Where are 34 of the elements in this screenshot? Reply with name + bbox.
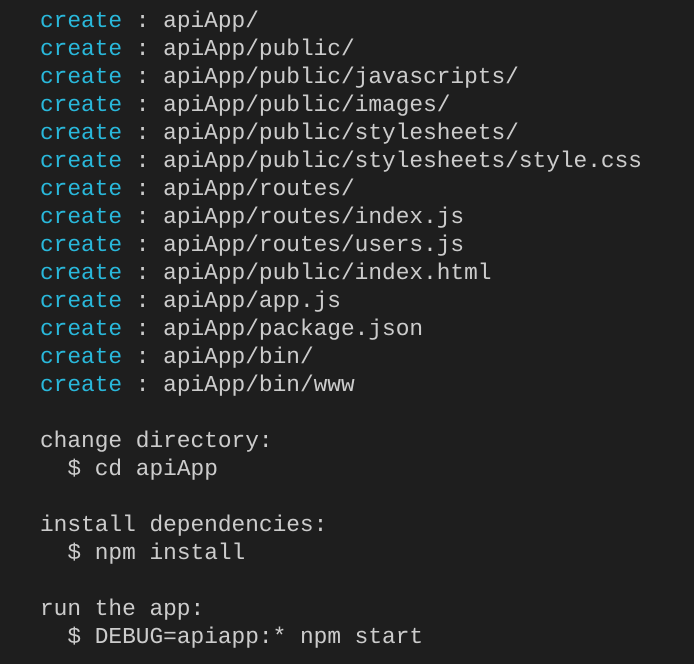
create-keyword: create <box>40 63 122 91</box>
create-keyword: create <box>40 119 122 147</box>
shell-command: $ DEBUG=apiapp:* npm start <box>67 624 424 650</box>
section-heading: run the app: <box>40 596 204 622</box>
file-path: : apiApp/ <box>136 7 259 35</box>
create-keyword: create <box>40 231 122 259</box>
file-path: : apiApp/public/stylesheets/ <box>136 119 519 147</box>
file-path: : apiApp/public/javascripts/ <box>136 63 519 91</box>
create-keyword: create <box>40 287 122 315</box>
file-path: : apiApp/public/index.html <box>136 259 492 287</box>
create-keyword: create <box>40 147 122 175</box>
file-path: : apiApp/routes/index.js <box>136 203 464 231</box>
file-path: : apiApp/public/images/ <box>136 91 450 119</box>
create-keyword: create <box>40 175 122 203</box>
create-keyword: create <box>40 203 122 231</box>
section-heading: install dependencies: <box>40 512 328 538</box>
shell-command: $ npm install <box>67 540 246 566</box>
file-path: : apiApp/bin/www <box>136 371 355 399</box>
create-keyword: create <box>40 371 122 399</box>
create-keyword: create <box>40 259 122 287</box>
file-path: : apiApp/public/stylesheets/style.css <box>136 147 642 175</box>
file-path: : apiApp/bin/ <box>136 343 314 371</box>
create-keyword: create <box>40 7 122 35</box>
file-path: : apiApp/public/ <box>136 35 355 63</box>
file-path: : apiApp/app.js <box>136 287 341 315</box>
section-heading: change directory: <box>40 428 273 454</box>
file-path: : apiApp/routes/users.js <box>136 231 464 259</box>
create-keyword: create <box>40 343 122 371</box>
file-path: : apiApp/routes/ <box>136 175 355 203</box>
file-path: : apiApp/package.json <box>136 315 424 343</box>
shell-command: $ cd apiApp <box>67 456 218 482</box>
create-keyword: create <box>40 315 122 343</box>
create-keyword: create <box>40 91 122 119</box>
create-keyword: create <box>40 35 122 63</box>
